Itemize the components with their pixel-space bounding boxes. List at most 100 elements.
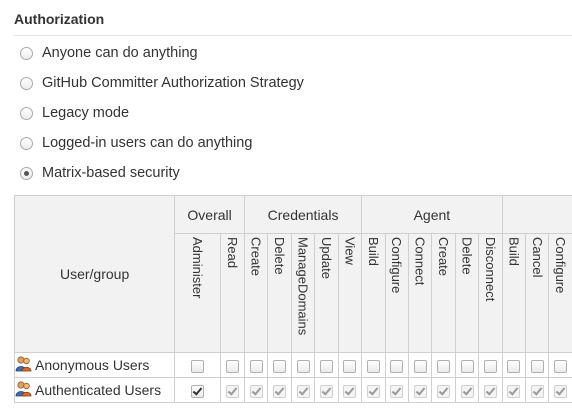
permission-table: User/group Overall Credentials Agent Adm…: [14, 195, 572, 403]
permission-cell: [525, 352, 550, 378]
perm-header-job-build: Build: [501, 233, 527, 353]
permission-checkbox[interactable]: [273, 384, 287, 398]
perm-label: Connect: [412, 237, 428, 286]
perm-label: Disconnect: [482, 237, 498, 302]
permission-checkbox[interactable]: [390, 384, 404, 398]
permission-cell: [478, 377, 503, 403]
permission-checkbox[interactable]: [437, 359, 451, 373]
user-group-header: User/group: [14, 195, 176, 353]
permission-checkbox[interactable]: [554, 359, 568, 373]
radio-button[interactable]: [20, 166, 33, 180]
perm-header-administer: Administer: [174, 233, 222, 353]
perm-header-read: Read: [220, 233, 245, 353]
perm-header-agent-delete: Delete: [454, 233, 480, 353]
permission-cell: [407, 377, 433, 403]
authorization-section-title: Authorization: [14, 11, 105, 27]
user-cell: Authenticated Users: [14, 377, 176, 403]
permission-cell: [174, 377, 222, 403]
permission-checkbox[interactable]: [296, 359, 310, 373]
permission-cell: [337, 377, 363, 403]
user-group-icon: [15, 380, 32, 400]
radio-button[interactable]: [20, 46, 33, 60]
permission-checkbox[interactable]: [554, 384, 568, 398]
permission-cell: [267, 377, 292, 403]
radio-label: Matrix-based security: [42, 165, 180, 181]
radio-button[interactable]: [20, 136, 33, 150]
permission-checkbox[interactable]: [460, 384, 474, 398]
permission-checkbox[interactable]: [319, 384, 333, 398]
permission-cell: [384, 377, 409, 403]
permission-checkbox[interactable]: [507, 384, 521, 398]
radio-legacy-mode[interactable]: Legacy mode: [20, 103, 129, 123]
permission-checkbox[interactable]: [226, 359, 240, 373]
permission-checkbox[interactable]: [460, 359, 474, 373]
perm-label: View: [342, 237, 358, 265]
permission-cell: [174, 352, 222, 378]
radio-button[interactable]: [20, 106, 33, 120]
perm-label: Build: [365, 237, 381, 266]
permission-cell: [407, 352, 433, 378]
user-name: Authenticated Users: [35, 382, 162, 398]
permission-cell: [267, 352, 292, 378]
permission-checkbox[interactable]: [483, 384, 497, 398]
permission-cell: [384, 352, 409, 378]
permission-cell: [361, 377, 386, 403]
permission-checkbox[interactable]: [343, 384, 357, 398]
perm-header-cred-update: Update: [314, 233, 339, 353]
radio-label: Legacy mode: [42, 105, 130, 121]
perm-label: Delete: [272, 237, 288, 275]
permission-checkbox[interactable]: [319, 359, 333, 373]
perm-header-job-configure: Configure: [548, 233, 572, 353]
radio-label: Anyone can do anything: [42, 45, 198, 61]
group-agent: Agent: [361, 195, 503, 234]
permission-cell: [290, 352, 316, 378]
permission-checkbox[interactable]: [530, 359, 544, 373]
section-divider: [14, 35, 572, 36]
permission-cell: [290, 377, 316, 403]
permission-checkbox[interactable]: [249, 359, 263, 373]
permission-cell: [501, 352, 527, 378]
permission-cell: [243, 352, 269, 378]
permission-checkbox[interactable]: [483, 359, 497, 373]
permission-cell: [431, 377, 456, 403]
permission-checkbox[interactable]: [273, 359, 287, 373]
permission-checkbox[interactable]: [390, 359, 404, 373]
permission-checkbox[interactable]: [343, 359, 357, 373]
permission-checkbox[interactable]: [191, 384, 205, 398]
permission-cell: [431, 352, 456, 378]
permission-cell: [243, 377, 269, 403]
permission-checkbox[interactable]: [530, 384, 544, 398]
permission-checkbox[interactable]: [437, 384, 451, 398]
permission-checkbox[interactable]: [226, 384, 240, 398]
perm-label: Update: [318, 237, 334, 279]
radio-matrix-based[interactable]: Matrix-based security: [20, 163, 180, 183]
perm-header-manage-domains: ManageDomains: [290, 233, 316, 353]
perm-label: Configure: [389, 237, 405, 294]
permission-cell: [454, 352, 480, 378]
perm-label: Read: [225, 237, 241, 269]
permission-cell: [314, 352, 339, 378]
permission-checkbox[interactable]: [296, 384, 310, 398]
radio-anyone[interactable]: Anyone can do anything: [20, 43, 198, 63]
perm-label: Build: [506, 237, 522, 266]
group-overall: Overall: [174, 195, 245, 234]
permission-checkbox[interactable]: [413, 359, 427, 373]
permission-checkbox[interactable]: [366, 384, 380, 398]
radio-github-committer[interactable]: GitHub Committer Authorization Strategy: [20, 73, 304, 93]
permission-checkbox[interactable]: [249, 384, 263, 398]
permission-checkbox[interactable]: [413, 384, 427, 398]
permission-checkbox[interactable]: [366, 359, 380, 373]
group-job: [501, 195, 572, 234]
perm-header-cred-delete: Delete: [267, 233, 292, 353]
permission-cell: [454, 377, 480, 403]
perm-label: Administer: [190, 237, 206, 299]
user-cell: Anonymous Users: [14, 352, 176, 378]
permission-cell: [478, 352, 503, 378]
user-row: Authenticated Users: [14, 377, 572, 403]
permission-checkbox[interactable]: [191, 359, 205, 373]
radio-logged-in[interactable]: Logged-in users can do anything: [20, 133, 252, 153]
permission-cell: [501, 377, 527, 403]
radio-button[interactable]: [20, 76, 33, 90]
perm-header-agent-disconnect: Disconnect: [478, 233, 503, 353]
permission-checkbox[interactable]: [507, 359, 521, 373]
